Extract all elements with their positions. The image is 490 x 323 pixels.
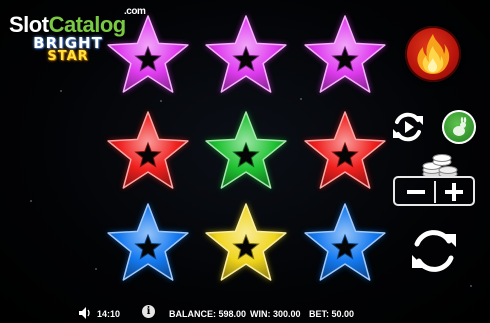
rabbit-icon — [453, 117, 467, 136]
reel-symbol-star — [103, 108, 193, 194]
star-icon — [303, 202, 387, 282]
fire-icon — [417, 34, 450, 74]
logo-line2: STAR — [47, 49, 89, 64]
reel-symbol-star — [103, 200, 193, 286]
reel-symbol-star — [300, 12, 390, 98]
bet-adjust-panel — [393, 176, 475, 206]
reel-symbol-star — [300, 108, 390, 194]
star-icon — [106, 14, 190, 94]
balance-value: BALANCE: 598.00 — [169, 309, 247, 319]
minus-icon — [407, 190, 425, 194]
reel-symbol-star — [300, 200, 390, 286]
game-logo: BRIGHT STAR — [28, 36, 108, 64]
reel-symbol-star — [201, 200, 291, 286]
star-icon — [303, 110, 387, 190]
sound-toggle-button[interactable] — [78, 306, 92, 320]
star-icon — [204, 202, 288, 282]
plus-icon — [445, 183, 463, 201]
star-icon — [204, 14, 288, 94]
spin-icon — [412, 230, 456, 272]
bet-increase-button[interactable] — [439, 180, 469, 204]
bet-divider — [434, 181, 436, 203]
reel-symbol-star — [103, 12, 193, 98]
background-star-speck — [30, 200, 32, 202]
background-star-speck — [470, 285, 472, 287]
status-bar: 14:10 i BALANCE: 598.00 WIN: 300.00 BET:… — [0, 300, 490, 323]
autoplay-icon — [393, 112, 423, 142]
star-icon — [204, 110, 288, 190]
background-star-speck — [60, 90, 62, 92]
speaker-icon — [79, 307, 90, 319]
info-button[interactable]: i — [142, 305, 155, 318]
spin-button[interactable] — [408, 226, 460, 276]
reel-symbol-star — [201, 108, 291, 194]
reel-symbol-star — [201, 12, 291, 98]
autoplay-button[interactable] — [390, 110, 426, 144]
turbo-button[interactable] — [442, 110, 476, 144]
background-star-speck — [95, 268, 97, 270]
star-icon — [106, 202, 190, 282]
reel-grid — [100, 10, 390, 285]
win-value: WIN: 300.00 — [250, 309, 301, 319]
bet-value: BET: 50.00 — [309, 309, 355, 319]
bet-decrease-button[interactable] — [401, 180, 431, 204]
star-icon — [106, 110, 190, 190]
fire-feature-button[interactable] — [405, 26, 461, 82]
star-icon — [303, 14, 387, 94]
logo-line1: BRIGHT — [33, 34, 103, 52]
clock-time: 14:10 — [97, 309, 121, 319]
